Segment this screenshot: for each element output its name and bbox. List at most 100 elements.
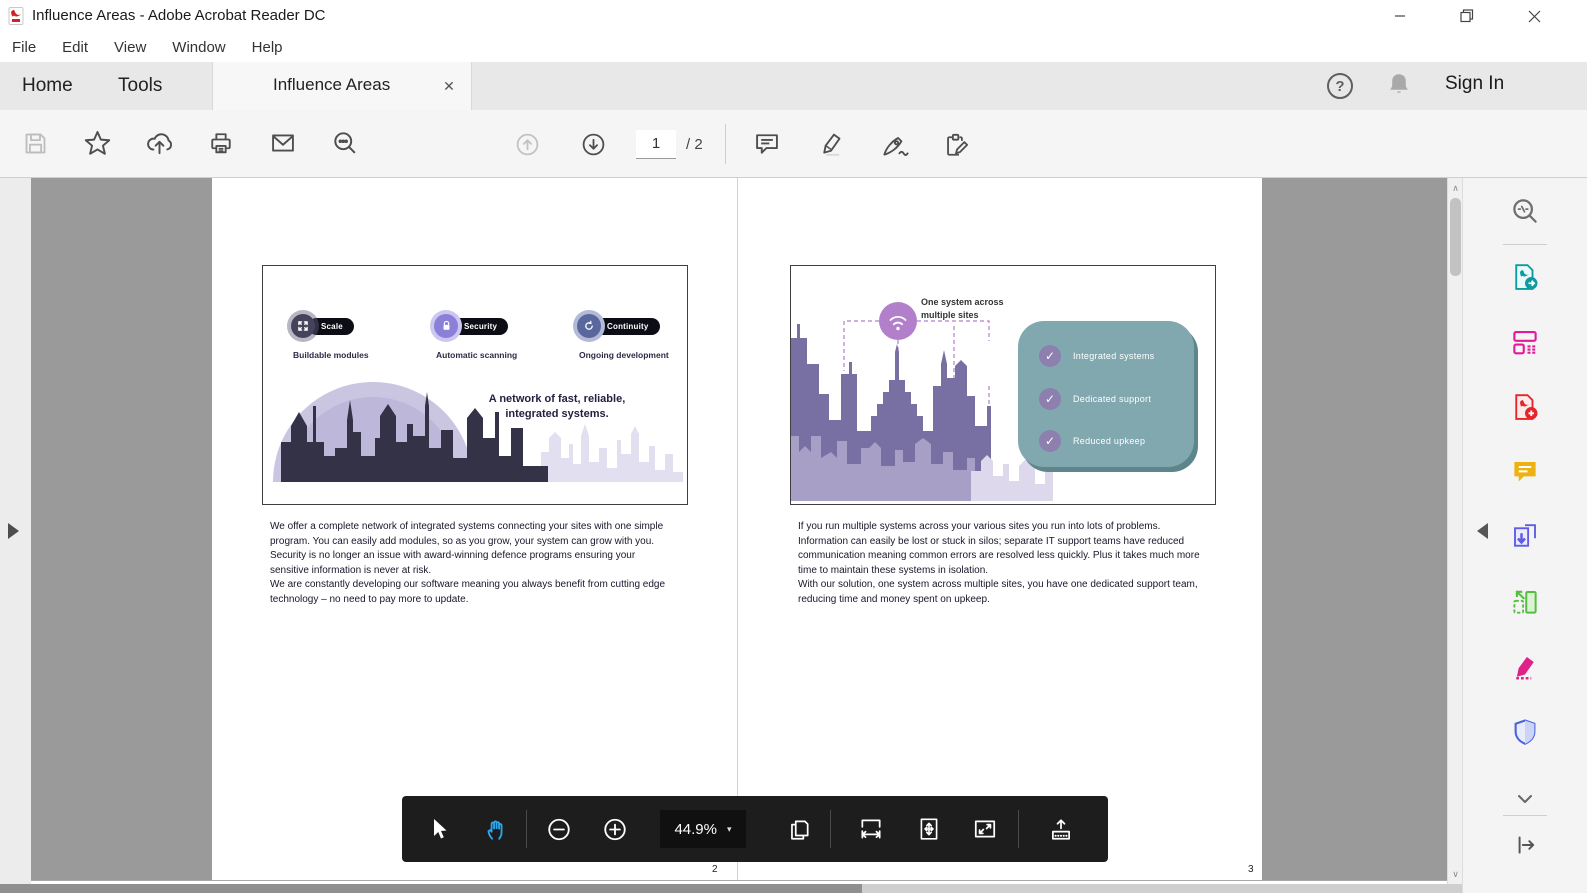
print-button[interactable] (206, 128, 236, 158)
tab-close-button[interactable]: ✕ (437, 74, 461, 98)
badge-label: Security (451, 318, 508, 335)
tab-document[interactable]: Influence Areas ✕ (212, 62, 472, 110)
arrow-up-circle-icon (514, 131, 541, 158)
close-button[interactable] (1519, 2, 1549, 30)
document-tab-title: Influence Areas (273, 75, 390, 95)
cloud-upload-icon (145, 129, 174, 158)
menu-help[interactable]: Help (252, 39, 283, 56)
menu-view[interactable]: View (114, 39, 146, 56)
right-page-text: If you run multiple systems across your … (798, 520, 1204, 608)
protect-tool[interactable] (1508, 715, 1542, 749)
paragraph: We offer a complete network of integrate… (270, 520, 676, 549)
previous-page-button[interactable] (512, 129, 542, 159)
left-page-text: We offer a complete network of integrate… (270, 520, 676, 608)
select-tool-button[interactable] (426, 816, 452, 842)
caret-down-icon: ▾ (727, 824, 732, 835)
highlight-button[interactable] (816, 129, 846, 159)
zoom-in-button[interactable] (602, 816, 628, 842)
email-button[interactable] (268, 128, 298, 158)
check-icon: ✓ (1039, 388, 1061, 410)
show-toolbar-button[interactable] (1048, 816, 1074, 842)
fullscreen-icon (972, 816, 998, 842)
highlighter-icon (817, 130, 845, 158)
badge-scale: Scale (291, 314, 354, 338)
badge-label: Continuity (594, 318, 660, 335)
organize-pages-tool[interactable] (1508, 585, 1542, 619)
search-button[interactable] (330, 128, 360, 158)
menu-file[interactable]: File (12, 39, 36, 56)
more-tools-button[interactable] (1508, 782, 1542, 816)
lock-icon (434, 314, 458, 338)
window-title: Influence Areas - Adobe Acrobat Reader D… (32, 7, 326, 24)
comment-bubble-icon (753, 130, 781, 158)
paragraph: With our solution, one system across mul… (798, 578, 1204, 607)
scrollbar-thumb[interactable] (0, 884, 862, 893)
tab-close-icon: ✕ (443, 78, 455, 95)
tab-tools[interactable]: Tools (118, 62, 162, 110)
page-number-input[interactable] (636, 130, 676, 159)
scroll-down-button[interactable]: ∨ (1448, 866, 1463, 882)
zoom-level-dropdown[interactable]: 44.9% ▾ (660, 810, 746, 848)
fill-sign-icon (942, 130, 971, 159)
menu-edit[interactable]: Edit (62, 39, 88, 56)
fit-width-button[interactable] (858, 816, 884, 842)
favorites-button[interactable] (82, 128, 112, 158)
chevron-down-icon (1513, 787, 1537, 811)
comment-tool[interactable] (1508, 455, 1542, 489)
fill-sign-tool[interactable] (1508, 650, 1542, 684)
comment-button[interactable] (752, 129, 782, 159)
left-panel-toggle[interactable] (8, 523, 19, 539)
sign-button[interactable] (880, 129, 910, 159)
minimize-button[interactable] (1385, 2, 1415, 30)
zoom-out-button[interactable] (546, 816, 572, 842)
title-bar: Influence Areas - Adobe Acrobat Reader D… (0, 0, 1587, 32)
export-pdf-tool[interactable] (1508, 260, 1542, 294)
paragraph: If you run multiple systems across your … (798, 520, 1204, 578)
zoombar-divider (830, 810, 831, 848)
create-pdf-tool[interactable] (1508, 390, 1542, 424)
zoom-in-icon (602, 816, 628, 843)
scale-expand-icon (291, 314, 315, 338)
marquee-zoom-tool[interactable] (1508, 194, 1542, 228)
marquee-zoom-icon (1510, 196, 1540, 226)
hand-tool-button[interactable] (484, 816, 510, 842)
zoombar-divider (526, 810, 527, 848)
collapse-panel-arrow[interactable] (1477, 523, 1488, 539)
scrollbar-thumb[interactable] (1450, 198, 1461, 276)
refresh-icon (577, 314, 601, 338)
zoom-level-value: 44.9% (674, 821, 717, 838)
tab-home[interactable]: Home (22, 62, 73, 110)
right-page-illustration: One system across multiple sites ✓ Integ… (790, 265, 1216, 505)
right-page-number: 3 (1248, 864, 1254, 875)
scroll-up-button[interactable]: ∧ (1448, 180, 1463, 196)
paragraph: Security is no longer an issue with awar… (270, 549, 676, 578)
export-pdf-icon (1510, 262, 1540, 292)
collapse-left-icon (1477, 523, 1488, 539)
fill-sign-button[interactable] (942, 129, 972, 159)
combine-files-tool[interactable] (1508, 520, 1542, 554)
page-display-button[interactable] (786, 816, 812, 842)
help-button[interactable]: ? (1327, 73, 1353, 99)
menu-bar: File Edit View Window Help (0, 32, 1587, 62)
vertical-scrollbar[interactable]: ∧ ∨ (1447, 178, 1462, 884)
cursor-icon (428, 817, 450, 841)
restore-button[interactable] (1452, 2, 1482, 30)
fit-page-icon (916, 816, 942, 842)
fullscreen-button[interactable] (972, 816, 998, 842)
illustration-headline: A network of fast, reliable, integrated … (441, 392, 673, 422)
upload-cloud-button[interactable] (144, 128, 174, 158)
notifications-button[interactable] (1386, 71, 1412, 99)
show-toolbar-icon (1048, 816, 1074, 843)
horizontal-scrollbar[interactable] (0, 884, 1462, 893)
combine-files-icon (1510, 522, 1540, 552)
menu-window[interactable]: Window (172, 39, 225, 56)
save-button[interactable] (20, 128, 50, 158)
next-page-button[interactable] (578, 129, 608, 159)
open-tools-pane-button[interactable] (1508, 828, 1542, 862)
edit-pdf-tool[interactable] (1508, 325, 1542, 359)
sign-in-button[interactable]: Sign In (1445, 73, 1504, 95)
page-margin-right (1262, 178, 1447, 880)
fit-page-button[interactable] (916, 816, 942, 842)
question-mark-icon: ? (1335, 78, 1344, 95)
save-icon (22, 130, 49, 157)
